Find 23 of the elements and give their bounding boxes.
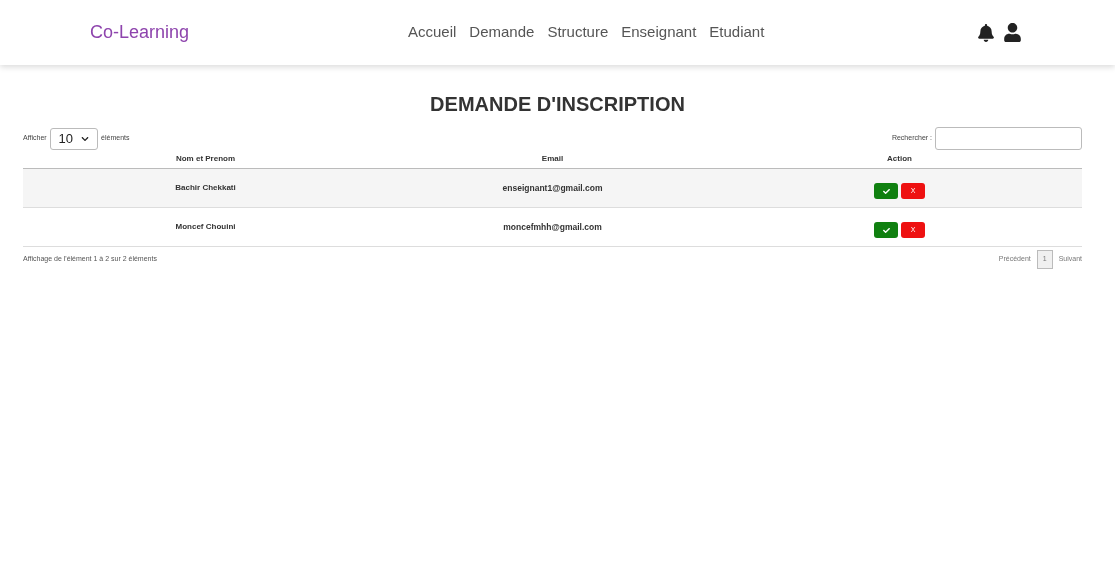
table-cell-text: Moncef Chouini: [174, 221, 237, 233]
check-icon: [882, 226, 890, 234]
nav-link[interactable]: Enseignant: [621, 21, 697, 44]
length-select[interactable]: 10: [49, 127, 99, 150]
page-title: DEMANDE D'INSCRIPTION: [429, 92, 686, 117]
table-cell-text: enseignant1@gmail.com: [501, 181, 604, 195]
table-cell-text: Bachir Chekkati: [174, 182, 237, 194]
nav-link[interactable]: Structure: [547, 21, 609, 44]
user-icon[interactable]: [1004, 23, 1021, 42]
search-field[interactable]: [935, 127, 1082, 150]
table-cell-text: moncefmhh@gmail.com: [502, 220, 603, 234]
brand-logo[interactable]: Co-Learning: [90, 19, 370, 46]
column-header[interactable]: Email: [388, 153, 717, 165]
nav-link[interactable]: Accueil: [408, 21, 457, 44]
bell-icon[interactable]: [978, 23, 994, 42]
nav-link[interactable]: Etudiant: [709, 21, 765, 44]
chevron-down-icon: [81, 134, 90, 143]
column-header[interactable]: Nom et Prenom: [23, 153, 388, 165]
nav-link[interactable]: Demande: [469, 21, 535, 44]
accept-button[interactable]: [874, 222, 898, 238]
accept-button[interactable]: [874, 183, 898, 199]
check-icon: [882, 187, 890, 195]
column-header[interactable]: Action: [717, 153, 1082, 165]
